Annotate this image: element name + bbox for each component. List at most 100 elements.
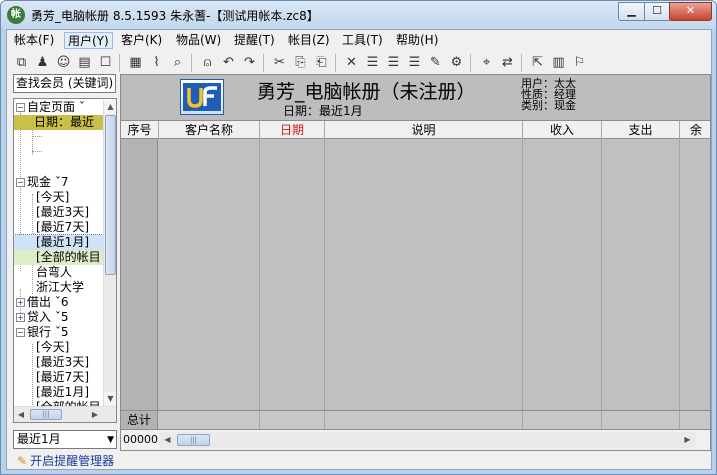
menu-user[interactable]: 用户(Y) bbox=[64, 32, 113, 49]
tree-item-today[interactable]: [今天] bbox=[36, 190, 69, 205]
tree-item-last-3-days[interactable]: [最近3天] bbox=[36, 205, 89, 220]
edit-icon[interactable]: ✎ bbox=[427, 54, 444, 71]
lock-icon[interactable]: ⍝ bbox=[199, 54, 216, 71]
column-header-index[interactable]: 序号 bbox=[121, 121, 159, 139]
grid-header: 序号 客户名称 日期 说明 收入 支出 余 bbox=[121, 120, 710, 139]
delete-icon[interactable]: ✕ bbox=[343, 54, 360, 71]
column-header-customer[interactable]: 客户名称 bbox=[159, 121, 260, 139]
row-header-column bbox=[121, 139, 158, 410]
tree-group-lend[interactable]: + 借出 ˇ6 bbox=[16, 295, 68, 310]
settings-icon[interactable]: ⚙ bbox=[448, 54, 465, 71]
tree-item-date-recent[interactable]: 日期：最近 bbox=[14, 115, 103, 130]
title-bar[interactable]: 帐 勇芳_电脑帐册 8.5.1593 朱永蓍-【测试用帐本.zc8】 ▁ ☐ ✕ bbox=[1, 1, 716, 29]
collapse-expander-icon[interactable]: − bbox=[16, 328, 25, 337]
list-sort-icon[interactable]: ☰ bbox=[406, 54, 423, 71]
tree-item-last-month[interactable]: [最近1月] bbox=[14, 234, 104, 251]
users-icon[interactable]: ☺ bbox=[55, 54, 72, 71]
toolbar-separator bbox=[470, 54, 471, 72]
reminder-pen-icon: ✎ bbox=[17, 454, 28, 468]
column-header-income[interactable]: 收入 bbox=[523, 121, 602, 139]
menu-customer[interactable]: 客户(K) bbox=[118, 32, 165, 49]
preview-icon[interactable]: ⌕ bbox=[169, 54, 186, 71]
redo-icon[interactable]: ↷ bbox=[241, 54, 258, 71]
tree-item-customer[interactable]: 台弯人 bbox=[36, 265, 72, 280]
tree-group-label: 借出 ˇ6 bbox=[27, 295, 69, 309]
scroll-right-icon[interactable]: ▶ bbox=[680, 432, 695, 448]
column-header-date[interactable]: 日期 bbox=[260, 121, 325, 139]
menu-entries[interactable]: 帐目(Z) bbox=[285, 32, 333, 49]
minimize-button[interactable]: ▁ bbox=[618, 2, 645, 21]
collapse-expander-icon[interactable]: − bbox=[16, 178, 25, 187]
scroll-down-icon[interactable]: ▼ bbox=[104, 392, 116, 406]
flag-icon[interactable]: ⚐ bbox=[571, 54, 588, 71]
tree-item-label: [全部的帐目 bbox=[36, 250, 101, 264]
calculator-icon[interactable]: ▥ bbox=[550, 54, 567, 71]
copy-window-icon[interactable]: ⧉ bbox=[13, 54, 30, 71]
scroll-right-icon[interactable]: ▶ bbox=[88, 407, 102, 422]
collapse-expander-icon[interactable]: − bbox=[16, 103, 25, 112]
scroll-thumb[interactable]: ||| bbox=[177, 434, 210, 446]
column-header-expense[interactable]: 支出 bbox=[602, 121, 680, 139]
total-row: 总计 bbox=[121, 410, 710, 429]
tree-item-last-month[interactable]: [最近1月] bbox=[36, 385, 89, 400]
export-icon[interactable]: ⇱ bbox=[529, 54, 546, 71]
tree-group-borrow[interactable]: + 贷入 ˇ5 bbox=[16, 310, 68, 325]
menu-help[interactable]: 帮助(H) bbox=[393, 32, 441, 49]
menu-tools[interactable]: 工具(T) bbox=[339, 32, 386, 49]
user-icon[interactable]: ♟ bbox=[34, 54, 51, 71]
app-logo-icon: 帐 bbox=[7, 6, 25, 24]
scroll-thumb[interactable] bbox=[105, 115, 116, 275]
open-reminder-manager-link[interactable]: ✎ 开启提醒管理器 bbox=[17, 452, 114, 469]
cut-icon[interactable]: ✂ bbox=[271, 54, 288, 71]
scroll-left-icon[interactable]: ◀ bbox=[160, 432, 175, 448]
tree-group-custom-pages[interactable]: − 自定页面 ˇ bbox=[16, 100, 85, 115]
grid-icon[interactable]: ▦ bbox=[127, 54, 144, 71]
tree-item-customer[interactable]: 浙江大学 bbox=[36, 280, 84, 295]
account-tree[interactable]: − 自定页面 ˇ 日期：最近 − 现金 ˇ7 [今天] [最近3天] [最近7天] … bbox=[13, 98, 117, 423]
grid-horizontal-scrollbar[interactable]: ◀ ||| ▶ bbox=[160, 432, 696, 448]
tree-group-cash[interactable]: − 现金 ˇ7 bbox=[16, 175, 68, 190]
grid-column bbox=[325, 139, 523, 410]
period-select[interactable]: 最近1月 ▼ bbox=[13, 430, 117, 449]
find-icon[interactable]: ⌖ bbox=[478, 54, 495, 71]
category-label: 类别：现金 bbox=[521, 99, 576, 112]
message-icon[interactable]: ☐ bbox=[97, 54, 114, 71]
expand-expander-icon[interactable]: + bbox=[16, 313, 25, 322]
menu-book[interactable]: 帐本(F) bbox=[11, 32, 57, 49]
list-outdent-icon[interactable]: ☰ bbox=[385, 54, 402, 71]
tree-vertical-scrollbar[interactable]: ▲ ▼ bbox=[103, 100, 116, 406]
copy-icon[interactable]: ⎘ bbox=[292, 54, 309, 71]
scroll-up-icon[interactable]: ▲ bbox=[104, 100, 116, 114]
menu-reminder[interactable]: 提醒(T) bbox=[231, 32, 278, 49]
menu-goods[interactable]: 物品(W) bbox=[173, 32, 224, 49]
undo-icon[interactable]: ↶ bbox=[220, 54, 237, 71]
tree-horizontal-scrollbar[interactable]: ◀ ||| ▶ bbox=[14, 406, 116, 422]
ledger-panel: 勇芳_电脑帐册（未注册） 日期：最近1月 用户：太太 性质：经理 类别：现金 序… bbox=[120, 74, 711, 451]
tree-item-all-entries[interactable]: [全部的帐目 bbox=[14, 250, 103, 265]
list-indent-icon[interactable]: ☰ bbox=[364, 54, 381, 71]
tree-group-bank[interactable]: − 银行 ˇ5 bbox=[16, 325, 68, 340]
expand-expander-icon[interactable]: + bbox=[16, 298, 25, 307]
scroll-thumb[interactable]: ||| bbox=[30, 409, 62, 420]
column-header-balance[interactable]: 余 bbox=[680, 121, 710, 139]
tree-group-label: 贷入 ˇ5 bbox=[27, 310, 69, 324]
maximize-button[interactable]: ☐ bbox=[644, 2, 670, 21]
tree-item-label: [最近1月] bbox=[36, 235, 89, 249]
tree-item-today[interactable]: [今天] bbox=[36, 340, 69, 355]
chart-icon[interactable]: ⌇ bbox=[148, 54, 165, 71]
paste-icon[interactable]: ⎗ bbox=[313, 54, 330, 71]
customer-icon[interactable]: ▤ bbox=[76, 54, 93, 71]
member-search-button[interactable]: 查找会员 (关键词) bbox=[13, 74, 116, 93]
toolbar: ⧉ ♟ ☺ ▤ ☐ ▦ ⌇ ⌕ ⍝ ↶ ↷ ✂ ⎘ ⎗ ✕ ☰ ☰ ☰ ✎ ⚙ … bbox=[7, 51, 711, 75]
replace-icon[interactable]: ⇄ bbox=[499, 54, 516, 71]
column-header-description[interactable]: 说明 bbox=[325, 121, 523, 139]
tree-guide bbox=[32, 151, 42, 152]
tree-item-label: [今天] bbox=[36, 190, 70, 204]
tree-item-last-7-days[interactable]: [最近7天] bbox=[36, 220, 89, 235]
scroll-left-icon[interactable]: ◀ bbox=[14, 407, 28, 422]
tree-item-last-7-days[interactable]: [最近7天] bbox=[36, 370, 89, 385]
ledger-grid[interactable] bbox=[121, 139, 710, 410]
tree-item-last-3-days[interactable]: [最近3天] bbox=[36, 355, 89, 370]
chevron-down-icon: ▼ bbox=[107, 435, 114, 445]
close-button[interactable]: ✕ bbox=[669, 2, 712, 21]
